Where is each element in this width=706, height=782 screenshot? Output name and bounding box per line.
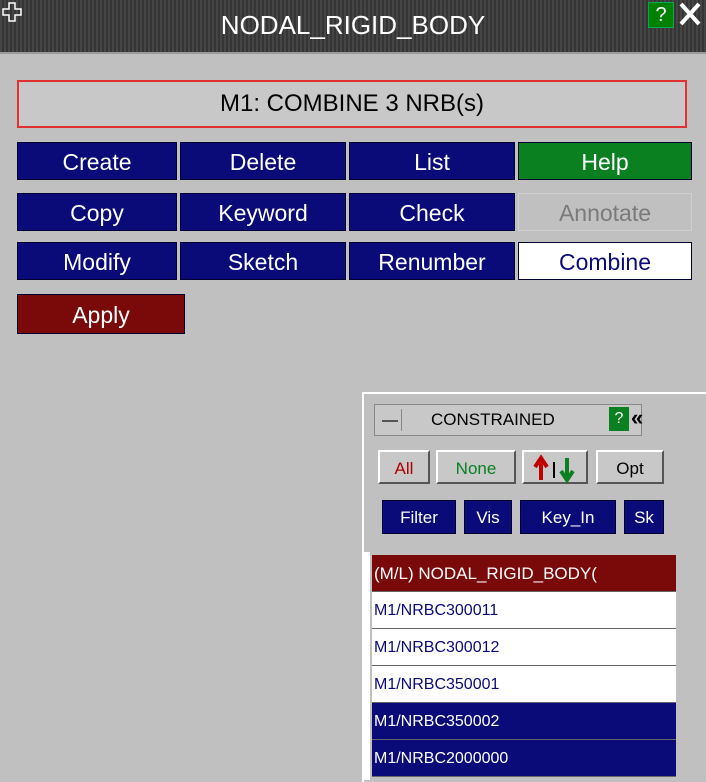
combine-button[interactable]: Combine — [518, 242, 692, 280]
close-icon[interactable] — [676, 0, 704, 28]
sketch-button[interactable]: Sketch — [180, 242, 346, 280]
annotate-button[interactable]: Annotate — [518, 193, 692, 231]
list-item[interactable]: M1/NRBC2000000 — [372, 740, 676, 777]
all-button[interactable]: All — [378, 450, 430, 484]
check-button[interactable]: Check — [349, 193, 515, 231]
list-header: (M/L) NODAL_RIGID_BODY( — [372, 555, 676, 592]
apply-button[interactable]: Apply — [17, 294, 185, 334]
delete-button[interactable]: Delete — [180, 142, 346, 180]
sort-toggle-button[interactable] — [522, 450, 588, 484]
model-status-box: M1: COMBINE 3 NRB(s) — [17, 80, 687, 128]
modify-button[interactable]: Modify — [17, 242, 177, 280]
window-title: NODAL_RIGID_BODY — [220, 10, 486, 40]
list-item[interactable]: M1/NRBC300012 — [372, 629, 676, 666]
renumber-button[interactable]: Renumber — [349, 242, 515, 280]
panel-help-icon[interactable]: ? — [609, 407, 629, 431]
list-item[interactable]: M1/NRBC350001 — [372, 666, 676, 703]
key-in-button[interactable]: Key_In — [520, 500, 616, 534]
list-left-edge — [362, 552, 370, 780]
none-button[interactable]: None — [436, 450, 516, 484]
keyword-button[interactable]: Keyword — [180, 193, 346, 231]
list-item[interactable]: M1/NRBC350002 — [372, 703, 676, 740]
minimize-icon[interactable] — [379, 409, 402, 431]
opt-button[interactable]: Opt — [596, 450, 664, 484]
panel-title-bar: CONSTRAINED ? « — [374, 404, 643, 436]
help-icon[interactable]: ? — [648, 2, 674, 28]
list-button[interactable]: List — [349, 142, 515, 180]
title-bar: NODAL_RIGID_BODY ? — [0, 0, 706, 54]
list-item[interactable]: M1/NRBC300011 — [372, 592, 676, 629]
nrb-list: (M/L) NODAL_RIGID_BODY( M1/NRBC300011 M1… — [372, 555, 676, 777]
panel-title: CONSTRAINED — [431, 410, 555, 429]
sort-arrows-icon — [533, 454, 575, 484]
sk-button[interactable]: Sk — [624, 500, 664, 534]
double-chevron-left-icon[interactable]: « — [631, 405, 643, 431]
copy-button[interactable]: Copy — [17, 193, 177, 231]
create-button[interactable]: Create — [17, 142, 177, 180]
filter-button[interactable]: Filter — [382, 500, 456, 534]
vis-button[interactable]: Vis — [464, 500, 512, 534]
help-button[interactable]: Help — [518, 142, 692, 180]
